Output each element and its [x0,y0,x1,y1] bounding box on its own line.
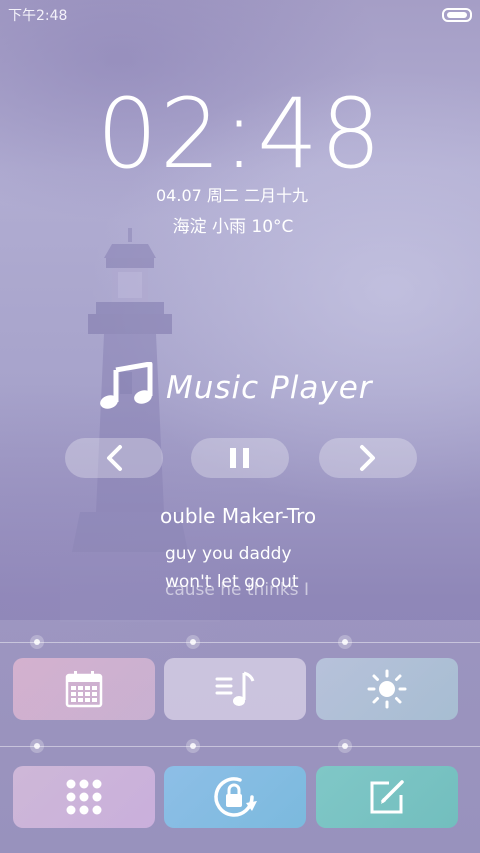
lyric-line: guy you daddy [165,544,292,564]
brightness-shortcut[interactable] [316,658,458,720]
lockscreen-date: 04.07 周二 二月十九 [156,186,308,205]
status-time: 下午2:48 [8,8,68,24]
rail-dot [34,743,40,749]
clock-separator: : [222,78,258,190]
battery-icon [442,8,472,22]
lockscreen-clock: 02:48 [0,84,480,184]
note-shortcut[interactable] [316,766,458,828]
rail-dot [34,639,40,645]
song-title: ouble Maker-Tro [160,504,317,528]
music-player-header: Music Player [98,360,458,416]
pause-icon [230,448,249,468]
next-track-button[interactable] [319,438,417,478]
chevron-left-icon [107,445,122,471]
rail-dot [190,639,196,645]
status-bar: 下午2:48 [0,0,480,26]
rail-dot [342,639,348,645]
divider-rail [0,642,480,643]
music-list-icon [215,671,255,706]
previous-track-button[interactable] [65,438,163,478]
edit-note-icon [370,780,404,814]
rotation-lock-shortcut[interactable] [164,766,306,828]
lyrics-view: guy you daddy won't let go out cause he … [165,540,315,598]
clock-hours: 02 [96,78,223,190]
music-shortcut[interactable] [164,658,306,720]
calendar-icon [65,671,103,708]
sun-icon [367,669,407,709]
apps-shortcut[interactable] [13,766,155,828]
music-note-icon [100,362,153,409]
lyric-line: cause he thinks I [165,580,309,598]
rail-dot [190,743,196,749]
calendar-shortcut[interactable] [13,658,155,720]
lockscreen-weather: 海淀 小雨 10°C [172,217,294,237]
chevron-right-icon [360,445,375,471]
pause-button[interactable] [191,438,289,478]
divider-rail [0,746,480,747]
rail-dot [342,743,348,749]
app-grid-icon [66,779,102,815]
music-player-title: Music Player [166,370,373,406]
rotation-lock-icon [214,777,257,817]
clock-minutes: 48 [257,78,384,190]
